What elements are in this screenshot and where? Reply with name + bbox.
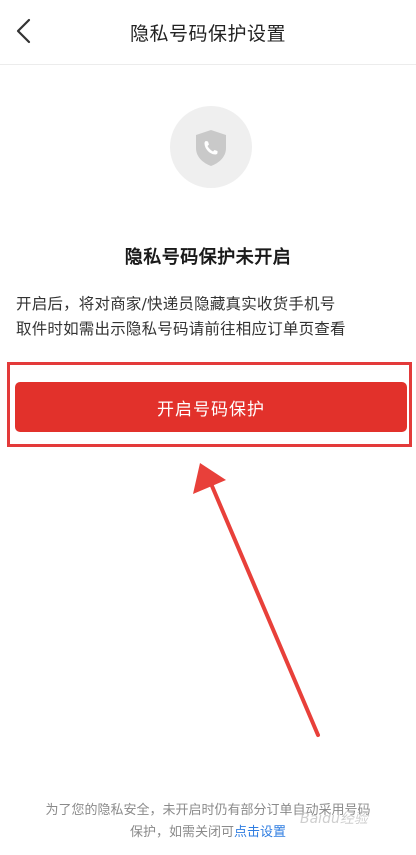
enable-protection-button[interactable]: 开启号码保护 [15,382,407,432]
status-title: 隐私号码保护未开启 [124,247,292,268]
settings-link[interactable]: 点击设置 [234,825,286,840]
status-description-line1: 开启后，将对商家/快递员隐藏真实收货手机号 [16,295,336,313]
nav-bar: 隐私号码保护设置 [0,0,416,65]
watermark: Baidu经验 [300,811,368,827]
shield-phone-icon [170,106,252,188]
status-description-line2: 取件时如需出示隐私号码请前往相应订单页查看 [16,320,346,338]
page-title: 隐私号码保护设置 [129,23,286,45]
footer-note-prefix: 保护，如需关闭可 [129,825,234,840]
